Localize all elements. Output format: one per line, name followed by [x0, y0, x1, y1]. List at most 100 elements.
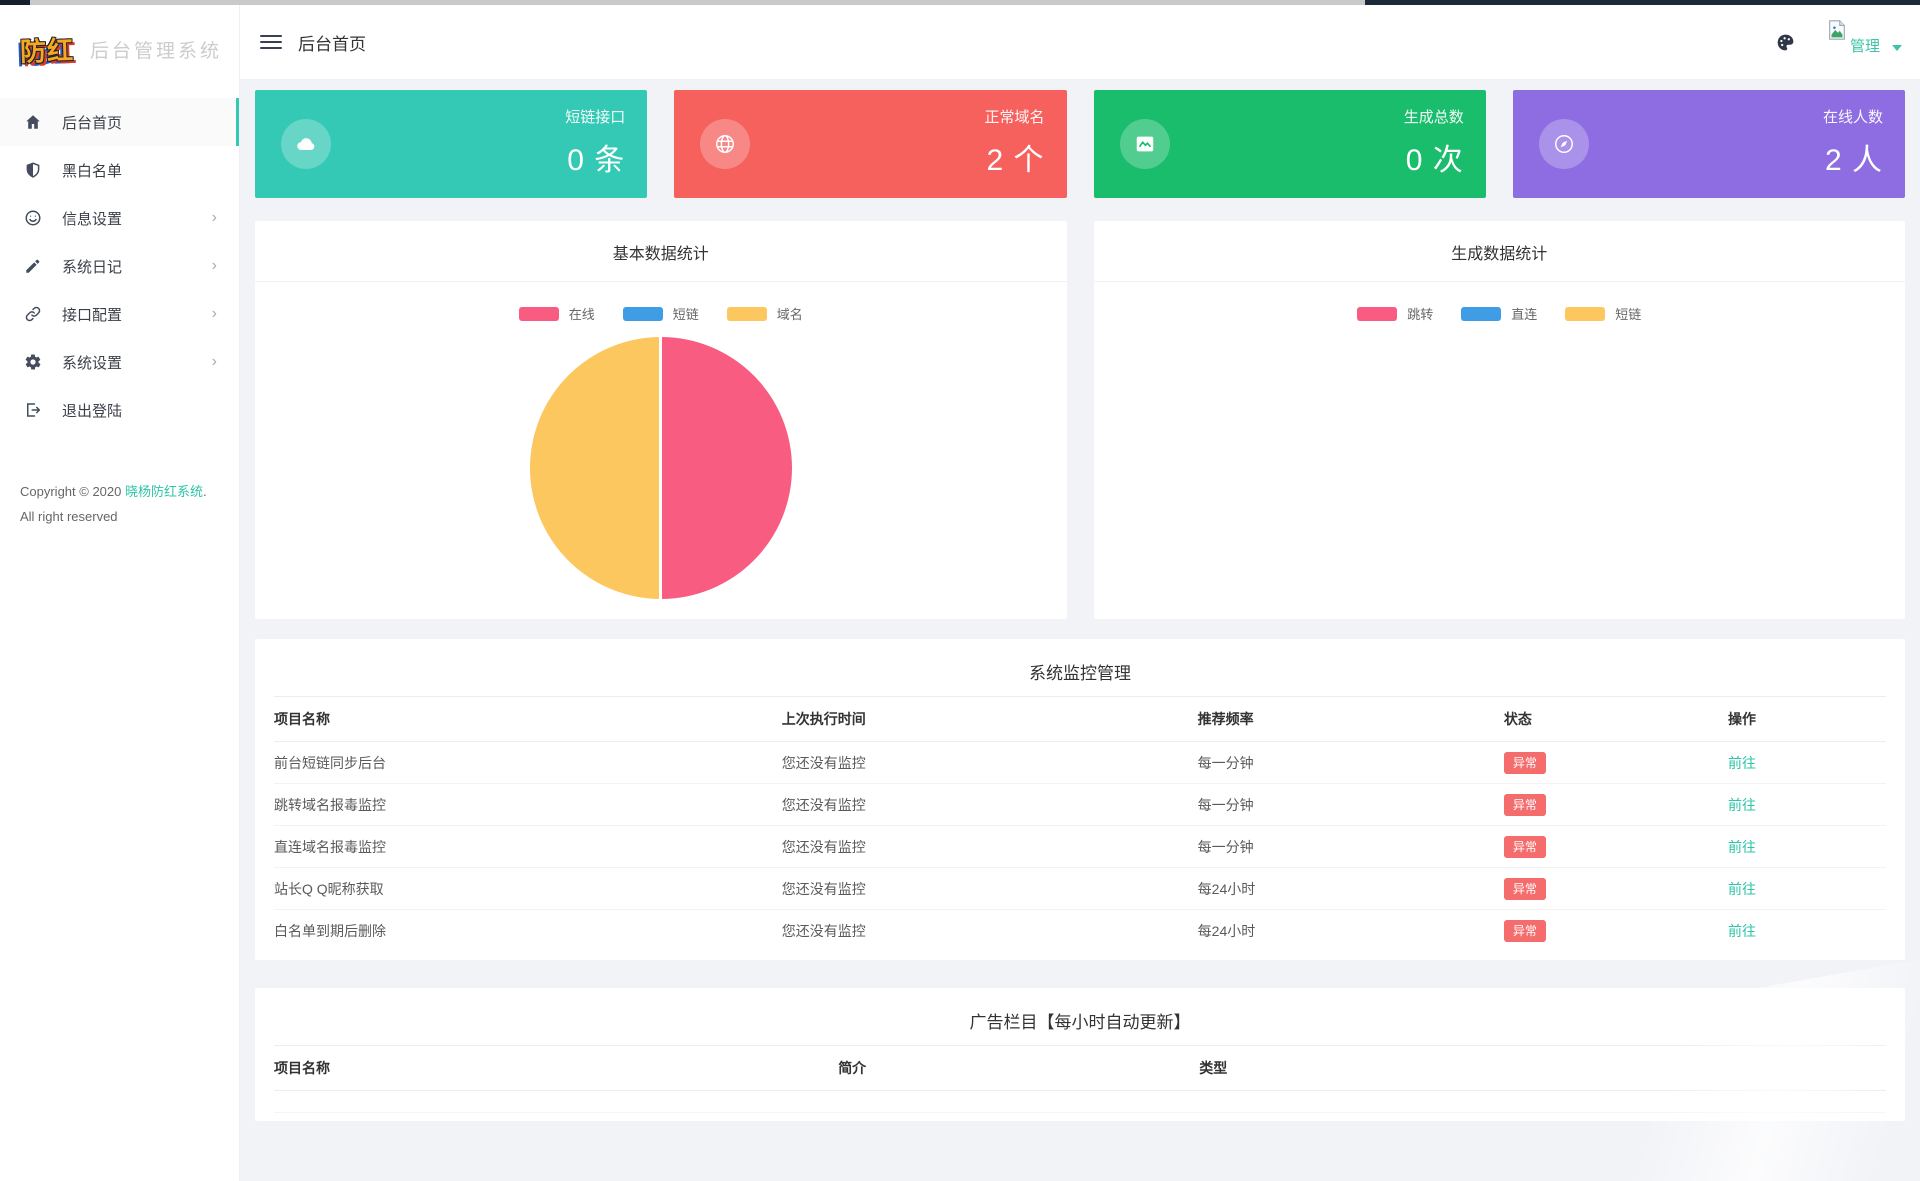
table-row: 白名单到期后删除 您还没有监控 每24小时 异常 前往: [274, 910, 1886, 952]
legend-label: 短链: [1615, 304, 1641, 323]
gear-icon: [24, 353, 42, 371]
home-icon: [24, 113, 42, 131]
cell-project-name: 白名单到期后删除: [274, 921, 782, 941]
legend-item-online[interactable]: 在线: [519, 304, 595, 323]
stat-card-label: 短链接口: [565, 106, 625, 127]
status-badge: 异常: [1504, 836, 1546, 858]
legend-item-direct[interactable]: 直连: [1461, 304, 1537, 323]
copyright-text: Copyright © 2020: [20, 484, 125, 499]
legend-swatch: [1565, 307, 1605, 321]
sidebar-item-info-settings[interactable]: 信息设置 ›: [0, 194, 239, 242]
logo: 防红 后台管理系统: [0, 5, 239, 93]
broken-avatar-image-icon: [1826, 19, 1848, 46]
table-header-row: 项目名称 简介 类型: [274, 1045, 1886, 1091]
logo-badge: 防红: [15, 27, 78, 70]
table-header-row: 项目名称 上次执行时间 推荐频率 状态 操作: [274, 696, 1886, 742]
legend-swatch: [1461, 307, 1501, 321]
legend-label: 域名: [777, 304, 803, 323]
sidebar-item-label: 接口配置: [62, 304, 122, 325]
cell-frequency: 每一分钟: [1198, 753, 1504, 773]
sidebar-item-logout[interactable]: 退出登陆: [0, 386, 239, 434]
chart-legend: 在线 短链 域名: [255, 304, 1067, 323]
legend-swatch: [1357, 307, 1397, 321]
stat-card-normal-domains: 正常域名 2 个: [674, 90, 1066, 198]
cell-last-run: 您还没有监控: [782, 795, 1198, 815]
sidebar-item-blacklist[interactable]: 黑白名单: [0, 146, 239, 194]
breadcrumb: 后台首页: [298, 30, 366, 55]
legend-item-shortlink[interactable]: 短链: [1565, 304, 1641, 323]
legend-swatch: [623, 307, 663, 321]
legend-label: 直连: [1511, 304, 1537, 323]
cell-last-run: 您还没有监控: [782, 753, 1198, 773]
chart-image-icon: [1120, 119, 1170, 169]
sidebar-item-system-log[interactable]: 系统日记 ›: [0, 242, 239, 290]
system-monitor-panel: 系统监控管理 项目名称 上次执行时间 推荐频率 状态 操作 前台短链同步后台 您…: [255, 639, 1905, 960]
topbar-right: 管理: [1775, 29, 1902, 56]
sidebar-item-api-config[interactable]: 接口配置 ›: [0, 290, 239, 338]
stat-cards: 短链接口 0 条 正常域名 2 个: [255, 90, 1905, 198]
cell-last-run: 您还没有监控: [782, 921, 1198, 941]
legend-label: 跳转: [1407, 304, 1433, 323]
pie-slice-divider: [659, 335, 662, 601]
sidebar-item-system-settings[interactable]: 系统设置 ›: [0, 338, 239, 386]
user-name: 管理: [1850, 35, 1880, 56]
empty-table-row: [274, 1091, 1886, 1113]
table-title: 广告栏目【每小时自动更新】: [255, 988, 1905, 1045]
cell-frequency: 每24小时: [1198, 879, 1504, 899]
sidebar-item-label: 信息设置: [62, 208, 122, 229]
pie-chart: [530, 337, 792, 599]
user-dropdown[interactable]: 管理: [1826, 29, 1902, 56]
hamburger-menu-icon[interactable]: [260, 31, 282, 53]
caret-down-icon: [1892, 45, 1902, 51]
table-row: 站长Q Q昵称获取 您还没有监控 每24小时 异常 前往: [274, 868, 1886, 910]
theme-palette-icon[interactable]: [1775, 32, 1796, 53]
legend-label: 短链: [673, 304, 699, 323]
cell-last-run: 您还没有监控: [782, 837, 1198, 857]
sidebar: 防红 后台管理系统 后台首页 黑白名单 信息设置 ›: [0, 5, 240, 1181]
stat-card-label: 生成总数: [1404, 106, 1464, 127]
copyright: Copyright © 2020 晓杨防红系统. All right reser…: [0, 480, 239, 529]
panel-title: 基本数据统计: [255, 221, 1067, 282]
copyright-brand-link[interactable]: 晓杨防红系统: [125, 484, 203, 499]
legend-item-shortlink[interactable]: 短链: [623, 304, 699, 323]
sidebar-item-label: 系统日记: [62, 256, 122, 277]
column-header: 项目名称: [274, 1058, 838, 1078]
go-link[interactable]: 前往: [1728, 881, 1756, 897]
stat-card-value: 0 次: [1404, 135, 1464, 179]
go-link[interactable]: 前往: [1728, 839, 1756, 855]
sidebar-menu: 后台首页 黑白名单 信息设置 › 系统日记 ›: [0, 98, 239, 434]
panel-title: 生成数据统计: [1094, 221, 1906, 282]
legend-swatch: [727, 307, 767, 321]
column-header: 操作: [1728, 709, 1886, 729]
basic-stats-panel: 基本数据统计 在线 短链 域名: [255, 221, 1067, 619]
legend-item-domain[interactable]: 域名: [727, 304, 803, 323]
column-header: 状态: [1504, 709, 1728, 729]
chevron-right-icon: ›: [212, 210, 217, 226]
cell-frequency: 每一分钟: [1198, 795, 1504, 815]
legend-label: 在线: [569, 304, 595, 323]
sidebar-item-label: 黑白名单: [62, 160, 122, 181]
go-link[interactable]: 前往: [1728, 797, 1756, 813]
logout-icon: [24, 401, 42, 419]
legend-item-redirect[interactable]: 跳转: [1357, 304, 1433, 323]
table-title: 系统监控管理: [255, 639, 1905, 696]
table-row: 跳转域名报毒监控 您还没有监控 每一分钟 异常 前往: [274, 784, 1886, 826]
topbar: 后台首页 管理: [240, 5, 1920, 80]
stat-card-value: 2 个: [984, 135, 1044, 179]
cell-project-name: 跳转域名报毒监控: [274, 795, 782, 815]
admin-app: 防红 后台管理系统 后台首页 黑白名单 信息设置 ›: [0, 5, 1920, 1181]
compass-icon: [1539, 119, 1589, 169]
chart-panels: 基本数据统计 在线 短链 域名: [255, 221, 1905, 619]
pen-icon: [24, 257, 42, 275]
chevron-right-icon: ›: [212, 258, 217, 274]
chevron-right-icon: ›: [212, 354, 217, 370]
status-badge: 异常: [1504, 878, 1546, 900]
go-link[interactable]: 前往: [1728, 923, 1756, 939]
chevron-right-icon: ›: [212, 306, 217, 322]
go-link[interactable]: 前往: [1728, 755, 1756, 771]
table-row: 直连域名报毒监控 您还没有监控 每一分钟 异常 前往: [274, 826, 1886, 868]
sidebar-item-home[interactable]: 后台首页: [0, 98, 239, 146]
stat-card-label: 在线人数: [1823, 106, 1883, 127]
status-badge: 异常: [1504, 920, 1546, 942]
cell-frequency: 每一分钟: [1198, 837, 1504, 857]
